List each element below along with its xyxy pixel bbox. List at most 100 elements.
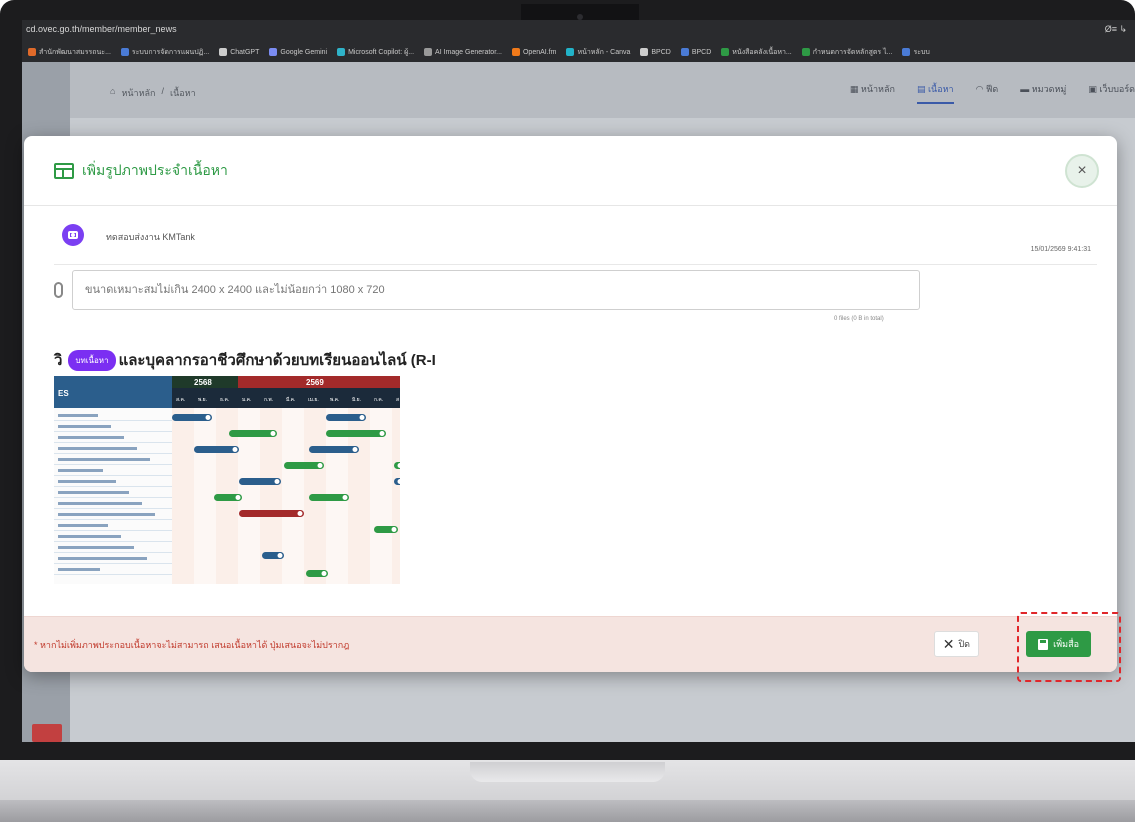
gantt-row-divider bbox=[54, 519, 172, 520]
gantt-bar-knob bbox=[352, 447, 358, 452]
bookmark-icon bbox=[566, 48, 575, 56]
bookmark-label: Google Gemini bbox=[280, 48, 328, 56]
cancel-button[interactable]: ✕ ปิด bbox=[933, 631, 979, 657]
bookmark-item[interactable]: BPCD bbox=[680, 48, 712, 56]
gantt-column bbox=[392, 408, 400, 584]
bookmark-icon bbox=[680, 48, 689, 56]
bookmark-icon bbox=[902, 48, 911, 56]
preview-title-suffix: และบุคลากรอาชีวศึกษาด้วยบทเรียนออนไลน์ (… bbox=[118, 352, 436, 369]
gantt-bar-knob bbox=[270, 431, 276, 436]
gantt-month-label: มี.ค. bbox=[286, 396, 295, 403]
modal-footer: * หากไม่เพิ่มภาพประกอบเนื้อหาจะไม่สามารถ… bbox=[24, 616, 1117, 672]
bookmark-label: สำนักพัฒนาสมรรถนะ... bbox=[39, 48, 111, 56]
bookmark-label: หนังสือคลังเนื้อหา... bbox=[732, 48, 792, 56]
gantt-bar-knob bbox=[205, 415, 211, 420]
bookmark-item[interactable]: AI Image Generator... bbox=[424, 48, 502, 56]
post-info: ทดสอบส่งงาน KMTank 15/01/2569 9:41:31 bbox=[54, 224, 1097, 254]
gantt-row-divider bbox=[54, 563, 172, 564]
bookmark-icon bbox=[640, 48, 649, 56]
nav-item[interactable]: ◠ ฟีด bbox=[976, 82, 999, 104]
bookmark-label: AI Image Generator... bbox=[435, 48, 502, 56]
bookmark-label: OpenAI.fm bbox=[522, 48, 557, 56]
gantt-bar bbox=[309, 446, 359, 453]
bookmark-icon bbox=[424, 48, 433, 56]
gantt-bar bbox=[229, 430, 277, 437]
bookmark-item[interactable]: สำนักพัฒนาสมรรถนะ... bbox=[28, 47, 111, 58]
preview-title-prefix: วิ bbox=[54, 352, 63, 369]
bookmark-icon bbox=[28, 48, 36, 56]
bookmark-label: ระบบ bbox=[913, 48, 930, 56]
bookmark-icon bbox=[801, 48, 810, 56]
gantt-bar-knob bbox=[232, 447, 238, 452]
gantt-bar-knob bbox=[235, 495, 241, 500]
gantt-month-label: ส.ค. bbox=[176, 397, 185, 403]
gantt-row-label bbox=[58, 447, 137, 450]
gantt-bar-knob bbox=[274, 479, 280, 484]
bookmark-item[interactable]: กำหนดการจัดหลักสูตร ไ... bbox=[801, 47, 892, 58]
gantt-chart-image: ES 2568 2569 ส.ค. พ.ย. ธ.ค. ม.ค. ก.พ. มี.ค. เม.ย.… bbox=[54, 376, 400, 584]
gantt-row-label bbox=[58, 524, 108, 527]
nav-item[interactable]: ▦ หน้าหลัก bbox=[850, 82, 895, 104]
bookmark-item[interactable]: ระบบการจัดการแผนปฏิ... bbox=[120, 47, 209, 58]
nav-label: หมวดหมู่ bbox=[1031, 84, 1067, 94]
nav-icon: ▦ bbox=[849, 84, 861, 94]
gantt-row-label bbox=[58, 414, 98, 417]
gantt-row-divider bbox=[54, 431, 172, 432]
close-icon: ✕ bbox=[942, 635, 955, 652]
gantt-bar-knob bbox=[359, 415, 365, 420]
nav-item[interactable]: ▤ เนื้อหา bbox=[916, 82, 954, 104]
gantt-row-divider bbox=[54, 475, 172, 476]
file-upload-row bbox=[54, 270, 924, 310]
url-text[interactable]: cd.ovec.go.th/member/member_news bbox=[26, 24, 177, 34]
gantt-bar-knob bbox=[277, 553, 283, 558]
breadcrumb-home[interactable]: หน้าหลัก bbox=[121, 86, 155, 100]
bookmark-label: BPCD bbox=[651, 48, 671, 56]
bookmark-label: BPCD bbox=[691, 48, 712, 56]
bookmark-item[interactable]: BPCD bbox=[640, 48, 671, 56]
bookmark-item[interactable]: ระบบ bbox=[902, 47, 930, 58]
bookmark-item[interactable]: หน้าหลัก - Canva bbox=[566, 47, 630, 58]
gantt-row-label bbox=[58, 491, 129, 494]
bookmark-item[interactable]: Microsoft Copilot: ผู้... bbox=[337, 47, 414, 58]
bookmark-label: Microsoft Copilot: ผู้... bbox=[348, 48, 415, 56]
bookmark-item[interactable]: หนังสือคลังเนื้อหา... bbox=[721, 47, 792, 58]
nav-icon: ▬ bbox=[1020, 84, 1032, 94]
bookmarks-bar: สำนักพัฒนาสมรรถนะ... ระบบการจัดการแผนปฏิ.… bbox=[22, 42, 1135, 62]
close-button[interactable]: × bbox=[1065, 154, 1099, 188]
bookmark-item[interactable]: ChatGPT bbox=[219, 48, 259, 56]
gantt-row-divider bbox=[54, 442, 172, 443]
gantt-bar-knob bbox=[297, 511, 303, 516]
nav-label: หน้าหลัก bbox=[860, 84, 895, 94]
bookmark-item[interactable]: OpenAI.fm bbox=[511, 48, 557, 56]
gantt-month-label: ก.พ. bbox=[264, 397, 273, 403]
breadcrumb-separator: / bbox=[161, 86, 164, 96]
add-image-modal: เพิ่มรูปภาพประจำเนื้อหา × ทดสอบส่งงาน KM… bbox=[24, 136, 1117, 672]
browser-extension-icons[interactable]: Ø≡ ↳ bbox=[1105, 24, 1127, 35]
gantt-year-label: 2569 bbox=[306, 378, 324, 387]
gantt-row-label bbox=[58, 557, 147, 560]
nav-item[interactable]: ▣ เว็บบอร์ด bbox=[1088, 82, 1135, 104]
nav-icon: ▤ bbox=[916, 84, 928, 94]
address-bar[interactable]: cd.ovec.go.th/member/member_news Ø≡ ↳ bbox=[22, 20, 1135, 42]
gantt-month-label: พ.ค. bbox=[330, 397, 339, 403]
laptop-base-edge bbox=[0, 800, 1135, 822]
gantt-bar bbox=[239, 510, 304, 517]
nav-item[interactable]: ▬ หมวดหมู่ bbox=[1020, 82, 1066, 104]
bookmark-icon bbox=[219, 48, 228, 56]
gantt-row-divider bbox=[54, 541, 172, 542]
gantt-month-label: ธ.ค. bbox=[220, 397, 229, 403]
bookmark-icon bbox=[511, 48, 520, 56]
gantt-row-divider bbox=[54, 497, 172, 498]
gantt-row-label bbox=[58, 469, 103, 472]
sidebar-red-button[interactable] bbox=[32, 724, 62, 742]
file-upload-input[interactable] bbox=[72, 270, 920, 310]
gantt-year-label: 2568 bbox=[194, 378, 212, 387]
bookmark-icon bbox=[721, 48, 730, 56]
home-icon[interactable]: ⌂ bbox=[110, 86, 115, 100]
gantt-row-label bbox=[58, 546, 134, 549]
gantt-row-divider bbox=[54, 464, 172, 465]
modal-title-text: เพิ่มรูปภาพประจำเนื้อหา bbox=[82, 162, 228, 178]
app-topbar: ⌂ หน้าหลัก / เนื้อหา ▦ หน้าหลัก ▤ เนื้อหา… bbox=[70, 62, 1135, 118]
bookmark-item[interactable]: Google Gemini bbox=[269, 48, 327, 56]
gantt-column bbox=[282, 408, 304, 584]
